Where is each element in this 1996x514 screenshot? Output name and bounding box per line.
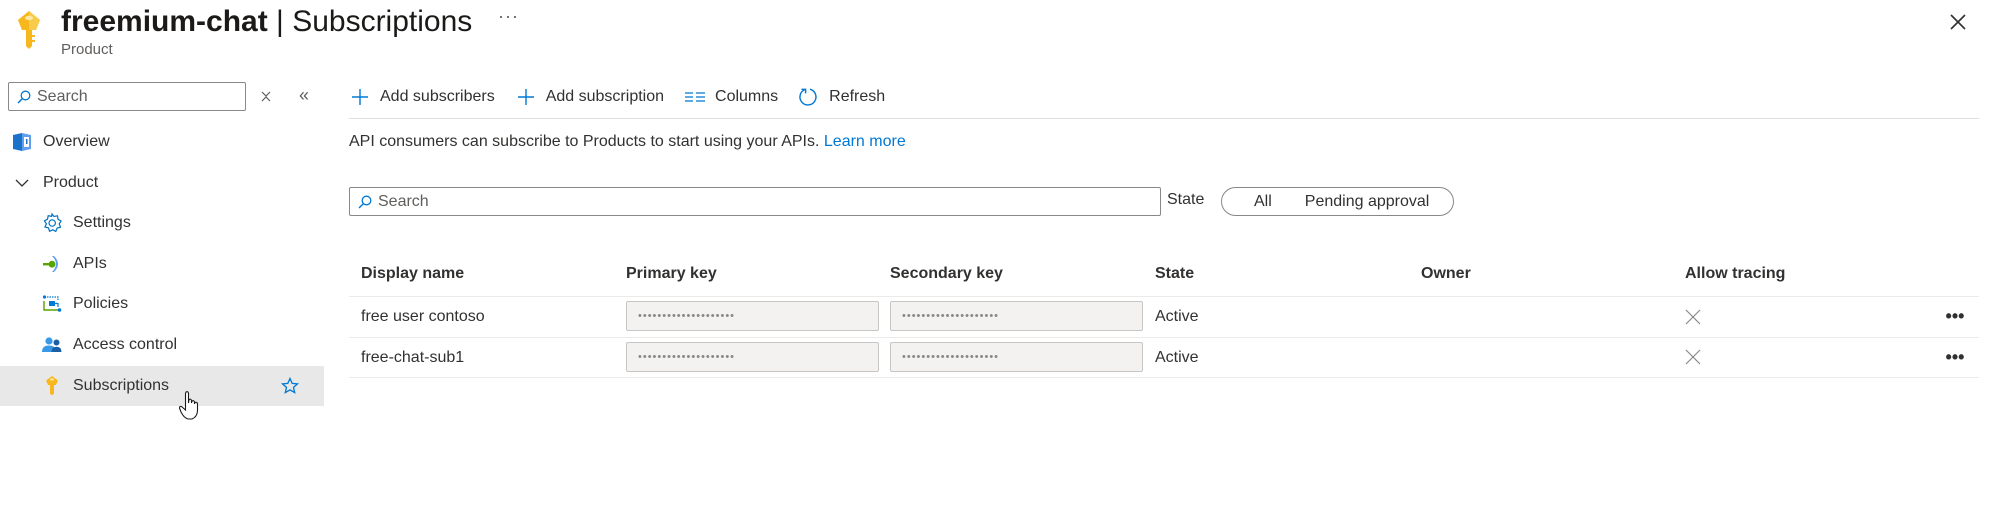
column-header-state[interactable]: State <box>1155 265 1194 283</box>
sidebar-item-label: Access control <box>73 336 178 353</box>
cell-state: Active <box>1155 308 1199 325</box>
page-subtitle: Product <box>61 41 113 58</box>
collapse-sidebar-button[interactable]: « <box>294 86 314 106</box>
tracing-disabled-icon <box>1684 308 1702 326</box>
close-icon <box>1950 14 1966 30</box>
column-header-secondary-key[interactable]: Secondary key <box>890 265 1003 283</box>
button-label: Columns <box>715 88 779 105</box>
refresh-button[interactable]: Refresh <box>798 86 885 108</box>
chevron-down-icon <box>11 172 33 194</box>
row-divider <box>349 337 1979 338</box>
primary-key-field[interactable]: •••••••••••••••••••• <box>626 342 879 372</box>
cell-display-name: free user contoso <box>361 308 485 325</box>
primary-key-field[interactable]: •••••••••••••••••••• <box>626 301 879 331</box>
sidebar-group-product[interactable]: Product <box>0 163 324 203</box>
gear-icon <box>41 212 63 234</box>
state-filter-label: State <box>1167 191 1205 208</box>
row-more-actions-button[interactable]: ••• <box>1942 348 1968 371</box>
columns-button[interactable]: Columns <box>684 86 778 108</box>
sidebar-search-box[interactable] <box>8 82 246 111</box>
column-header-owner[interactable]: Owner <box>1421 265 1471 283</box>
sidebar-item-policies[interactable]: Policies <box>0 284 324 324</box>
row-more-actions-button[interactable]: ••• <box>1942 307 1968 330</box>
access-control-icon <box>41 334 63 356</box>
column-header-primary-key[interactable]: Primary key <box>626 265 717 283</box>
clear-filter-button[interactable] <box>256 86 276 106</box>
command-bar: Add subscribers Add subscription Columns… <box>349 80 905 114</box>
column-header-display-name[interactable]: Display name <box>361 265 464 283</box>
sidebar-item-access-control[interactable]: Access control <box>0 325 324 365</box>
sidebar-item-label: Settings <box>73 214 131 231</box>
state-option-pending-approval[interactable]: Pending approval <box>1305 193 1430 211</box>
search-icon <box>17 90 31 103</box>
search-icon <box>358 195 372 208</box>
favorite-star-button[interactable] <box>280 376 300 396</box>
sidebar-item-label: Overview <box>43 133 110 150</box>
star-icon <box>280 376 300 394</box>
column-header-allow-tracing[interactable]: Allow tracing <box>1685 265 1785 283</box>
refresh-icon <box>798 86 820 108</box>
button-label: Add subscribers <box>380 88 495 105</box>
key-icon <box>41 375 63 397</box>
sidebar-item-apis[interactable]: APIs <box>0 244 324 284</box>
columns-icon <box>684 86 706 108</box>
cell-display-name: free-chat-sub1 <box>361 349 465 366</box>
row-divider <box>349 377 1979 378</box>
sidebar-item-settings[interactable]: Settings <box>0 203 324 243</box>
button-label: Refresh <box>829 88 886 105</box>
resource-name: freemium-chat <box>61 5 268 38</box>
blade-name: Subscriptions <box>292 5 473 38</box>
policies-icon <box>41 293 63 315</box>
sidebar-item-label: Policies <box>73 295 129 312</box>
subscriptions-search-box[interactable] <box>349 187 1161 216</box>
info-text: API consumers can subscribe to Products … <box>349 133 906 151</box>
learn-more-link[interactable]: Learn more <box>824 133 906 150</box>
toolbar-divider <box>349 118 1979 119</box>
plus-icon <box>349 86 371 108</box>
close-button[interactable] <box>1944 8 1972 36</box>
collapse-icon: « <box>298 85 309 105</box>
plus-icon <box>515 86 537 108</box>
state-filter-pill: All Pending approval <box>1221 187 1454 216</box>
info-message: API consumers can subscribe to Products … <box>349 133 820 150</box>
cell-state: Active <box>1155 349 1199 366</box>
subscriptions-search-input[interactable] <box>378 192 1138 211</box>
row-divider <box>349 296 1979 297</box>
add-subscription-button[interactable]: Add subscription <box>515 86 664 108</box>
state-option-all[interactable]: All <box>1254 193 1272 211</box>
secondary-key-field[interactable]: •••••••••••••••••••• <box>890 342 1143 372</box>
sidebar-item-label: APIs <box>73 255 107 272</box>
sidebar-search-input[interactable] <box>37 87 237 106</box>
sidebar-item-overview[interactable]: Overview <box>0 122 324 162</box>
api-icon <box>41 253 63 275</box>
clear-filter-icon <box>261 91 271 102</box>
add-subscribers-button[interactable]: Add subscribers <box>349 86 495 108</box>
key-icon <box>12 8 46 52</box>
sidebar-item-subscriptions[interactable]: Subscriptions <box>0 366 324 406</box>
overview-icon <box>11 131 33 153</box>
secondary-key-field[interactable]: •••••••••••••••••••• <box>890 301 1143 331</box>
more-options-button[interactable]: ··· <box>498 6 519 27</box>
sidebar-item-label: Subscriptions <box>73 377 170 394</box>
button-label: Add subscription <box>545 88 665 105</box>
tracing-disabled-icon <box>1684 348 1702 366</box>
sidebar-item-label: Product <box>43 174 99 191</box>
page-title: freemium-chat | Subscriptions <box>61 2 472 42</box>
title-separator: | <box>267 5 293 38</box>
